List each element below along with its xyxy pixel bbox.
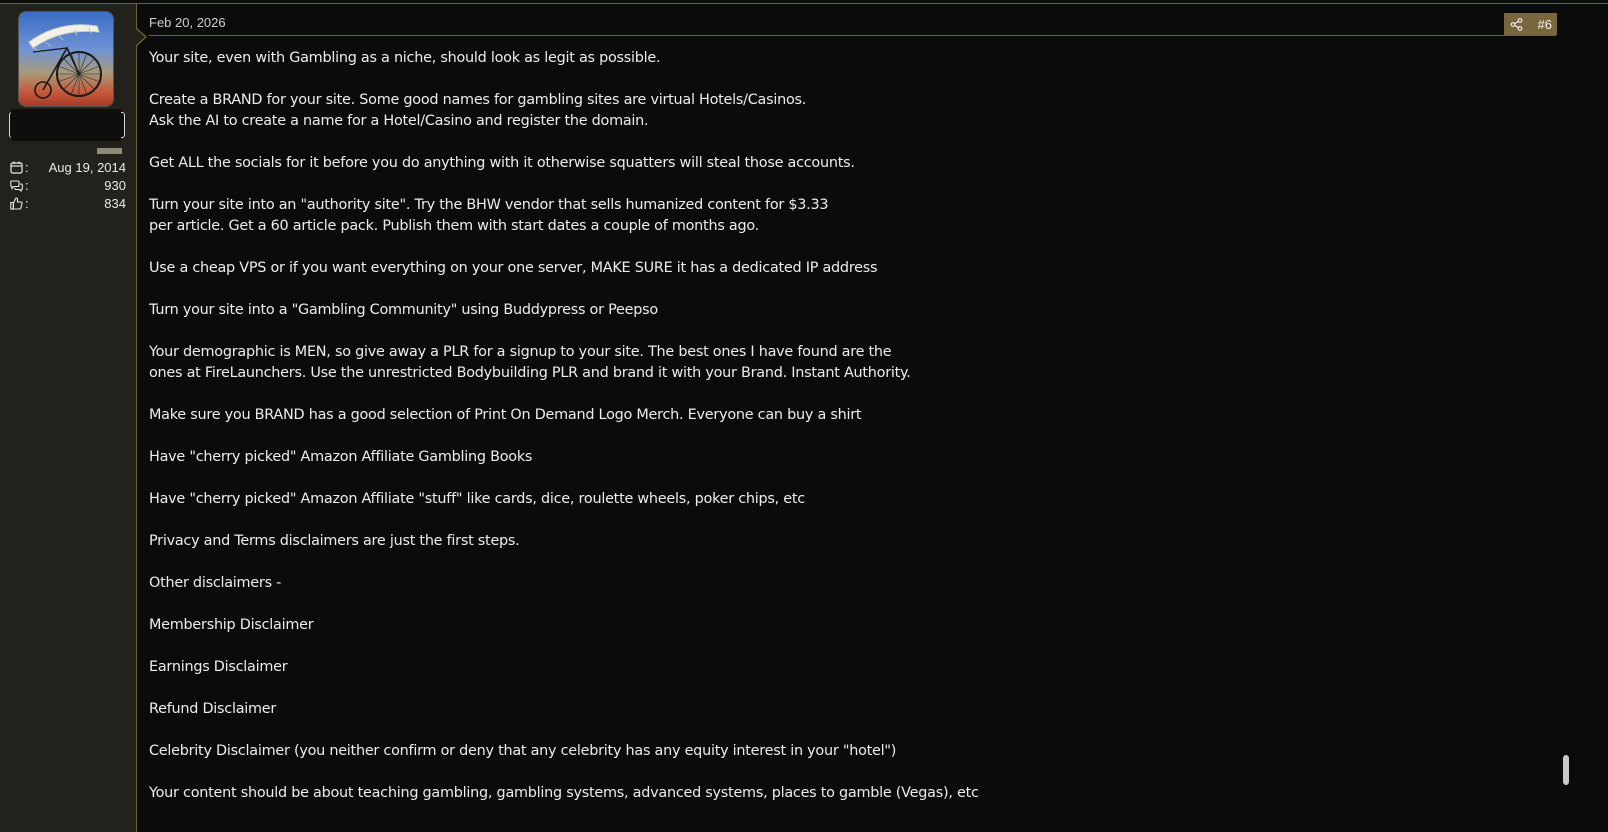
post-line: Turn your site into an "authority site".…	[149, 197, 829, 213]
thumbs-up-icon	[10, 196, 23, 210]
post-line: per article. Get a 60 article pack. Publ…	[149, 218, 759, 234]
post-paragraph: Celebrity Disclaimer (you neither confir…	[149, 741, 1549, 762]
share-icon	[1510, 17, 1523, 31]
post-line: Have "cherry picked" Amazon Affiliate Ga…	[149, 449, 533, 465]
post-line: Ask the AI to create a name for a Hotel/…	[149, 113, 649, 129]
post-paragraph: Turn your site into a "Gambling Communit…	[149, 300, 1549, 321]
scrollbar-thumb[interactable]	[1563, 755, 1569, 785]
post-line: Earnings Disclaimer	[149, 659, 288, 675]
post-paragraph: Your demographic is MEN, so give away a …	[149, 342, 1549, 384]
post-body: Your site, even with Gambling as a niche…	[149, 48, 1549, 825]
username-redaction	[11, 109, 121, 141]
post-number-link[interactable]: #6	[1538, 17, 1552, 32]
avatar-pointer-inner	[136, 29, 145, 45]
stat-messages-value: 930	[104, 177, 126, 193]
post-paragraph: Membership Disclaimer	[149, 615, 1549, 636]
stat-colon: :	[25, 195, 29, 211]
post-paragraph: Use a cheap VPS or if you want everythin…	[149, 258, 1549, 279]
stat-reactions-value: 834	[104, 195, 126, 211]
stat-messages: : 930	[10, 176, 126, 194]
post-line: Privacy and Terms disclaimers are just t…	[149, 533, 520, 549]
stat-colon: :	[25, 177, 29, 193]
penny-farthing-avatar-image	[28, 24, 102, 99]
post-line: Your demographic is MEN, so give away a …	[149, 344, 892, 360]
user-rank-bar	[97, 148, 122, 154]
post-paragraph: Create a BRAND for your site. Some good …	[149, 90, 1549, 132]
post-line: Make sure you BRAND has a good selection…	[149, 407, 862, 423]
post-paragraph: Other disclaimers -	[149, 573, 1549, 594]
post-line: Get ALL the socials for it before you do…	[149, 155, 855, 171]
post-paragraph: Your site, even with Gambling as a niche…	[149, 48, 1549, 69]
post-paragraph: Privacy and Terms disclaimers are just t…	[149, 531, 1549, 552]
forum-post-page: : Aug 19, 2014 : 930 : 834 Feb 20, 2026	[0, 0, 1608, 832]
stat-joined: : Aug 19, 2014	[10, 158, 126, 176]
post-line: Celebrity Disclaimer (you neither confir…	[149, 743, 897, 759]
post-paragraph: Have "cherry picked" Amazon Affiliate Ga…	[149, 447, 1549, 468]
stat-colon: :	[25, 159, 29, 175]
post-paragraph: Get ALL the socials for it before you do…	[149, 153, 1549, 174]
post-line: Create a BRAND for your site. Some good …	[149, 92, 807, 108]
post-paragraph: Earnings Disclaimer	[149, 657, 1549, 678]
top-divider	[0, 3, 1608, 4]
share-button[interactable]	[1510, 17, 1523, 31]
post-line: Your content should be about teaching ga…	[149, 785, 979, 801]
post-line: Other disclaimers -	[149, 575, 282, 591]
user-avatar[interactable]	[19, 12, 113, 106]
post-paragraph: Turn your site into an "authority site".…	[149, 195, 1549, 237]
post-date-link[interactable]: Feb 20, 2026	[149, 15, 226, 30]
post-paragraph: Refund Disclaimer	[149, 699, 1549, 720]
post-paragraph: Your content should be about teaching ga…	[149, 783, 1549, 804]
stat-joined-value: Aug 19, 2014	[48, 159, 126, 175]
post-line: Membership Disclaimer	[149, 617, 314, 633]
post-paragraph: Have "cherry picked" Amazon Affiliate "s…	[149, 489, 1549, 510]
post-actions: #6	[1504, 13, 1557, 35]
post-line: Use a cheap VPS or if you want everythin…	[149, 260, 878, 276]
post-line: Have "cherry picked" Amazon Affiliate "s…	[149, 491, 805, 507]
post-line: Your site, even with Gambling as a niche…	[149, 50, 661, 66]
post-line: ones at FireLaunchers. Use the unrestric…	[149, 365, 911, 381]
post-line: Turn your site into a "Gambling Communit…	[149, 302, 658, 318]
stat-reactions: : 834	[10, 194, 126, 212]
post-paragraph: Make sure you BRAND has a good selection…	[149, 405, 1549, 426]
post-header-divider	[149, 35, 1556, 36]
calendar-icon	[10, 161, 23, 174]
chat-bubbles-icon	[10, 179, 23, 192]
post-line: Refund Disclaimer	[149, 701, 277, 717]
